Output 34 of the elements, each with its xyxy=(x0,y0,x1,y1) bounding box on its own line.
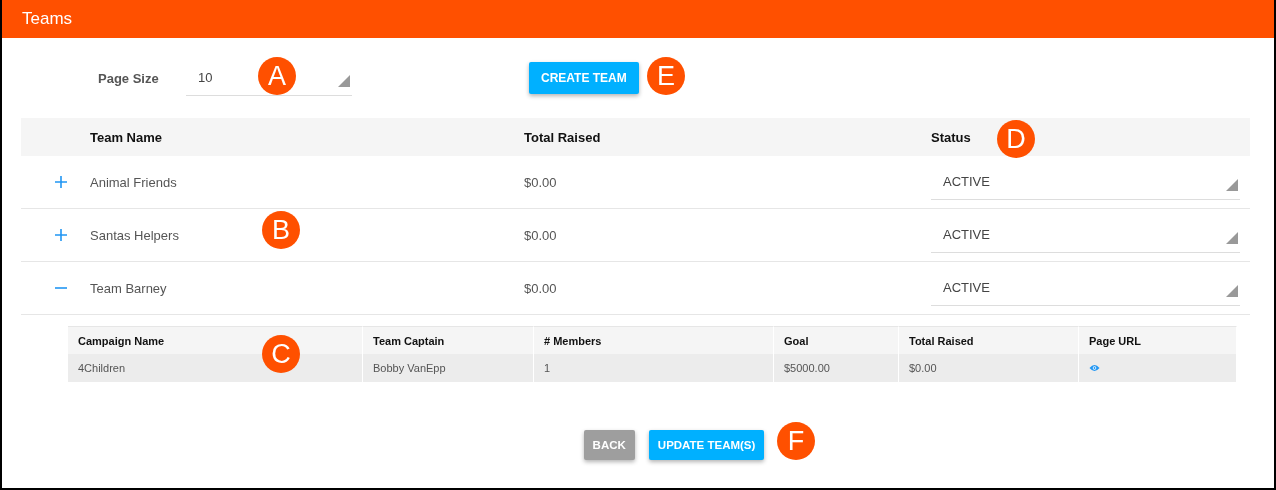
column-header: Total Raised xyxy=(899,326,1079,354)
expand-plus-icon[interactable] xyxy=(54,175,68,189)
dropdown-triangle-icon xyxy=(1226,231,1238,244)
dropdown-triangle-icon xyxy=(1226,284,1238,297)
status-select[interactable]: ACTIVE xyxy=(931,217,1240,253)
dropdown-triangle-icon xyxy=(338,74,350,87)
callout-marker: E xyxy=(647,57,685,95)
status-select[interactable]: ACTIVE xyxy=(931,164,1240,200)
column-header: Status xyxy=(931,129,971,145)
column-header: Total Raised xyxy=(524,129,601,145)
page-size-label: Page Size xyxy=(98,70,160,86)
eye-icon[interactable] xyxy=(1089,364,1100,372)
callout-marker: A xyxy=(258,57,296,95)
column-header: Team Captain xyxy=(363,326,534,354)
column-header: Goal xyxy=(774,326,899,354)
expand-plus-icon[interactable] xyxy=(54,228,68,242)
total-raised: $0.00 xyxy=(524,174,557,190)
table-cell: $5000.00 xyxy=(774,354,899,382)
table-cell: $0.00 xyxy=(899,354,1079,382)
page-title: Teams xyxy=(22,9,73,29)
team-name: Santas Helpers xyxy=(90,227,179,243)
column-header: Team Name xyxy=(90,129,162,145)
total-raised: $0.00 xyxy=(524,227,557,243)
table-cell: Bobby VanEpp xyxy=(363,354,534,382)
callout-marker: B xyxy=(262,211,300,249)
table-cell: 1 xyxy=(534,354,774,382)
status-select[interactable]: ACTIVE xyxy=(931,270,1240,306)
team-name: Team Barney xyxy=(90,280,167,296)
team-name: Animal Friends xyxy=(90,174,177,190)
total-raised: $0.00 xyxy=(524,280,557,296)
column-header: Page URL xyxy=(1079,326,1237,354)
column-header: # Members xyxy=(534,326,774,354)
dropdown-triangle-icon xyxy=(1226,178,1238,191)
callout-marker: F xyxy=(777,422,815,460)
